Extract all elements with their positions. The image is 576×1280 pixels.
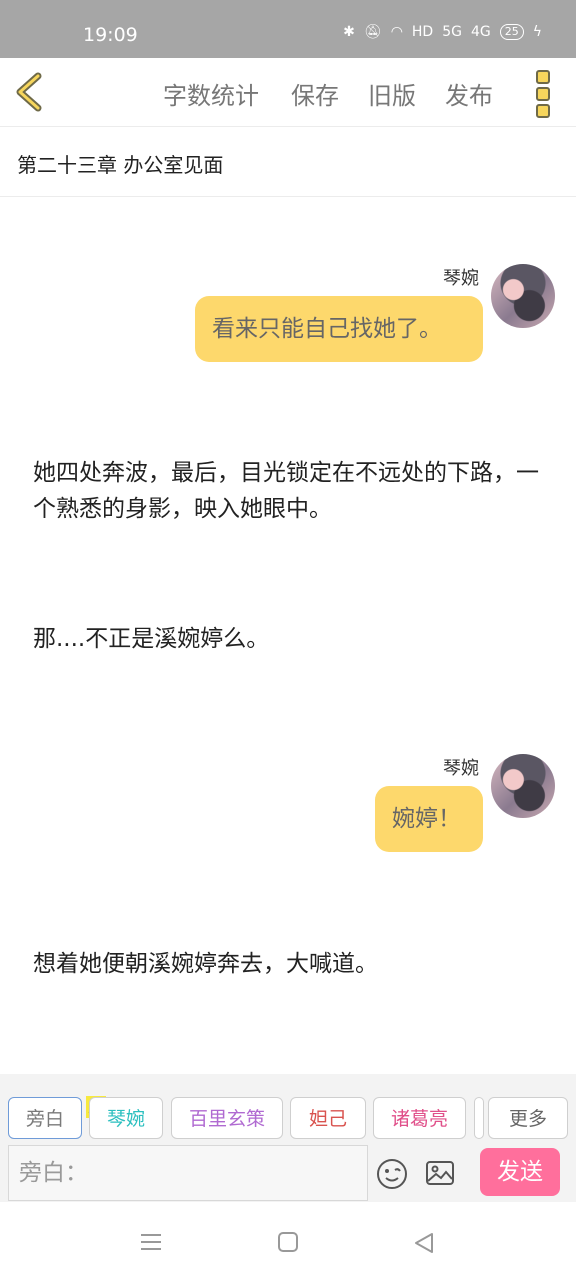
word-count-button[interactable]: 字数统计 [163, 76, 259, 111]
status-bar: 19:09 ✱ 🔕︎ ◠ HD 5G 4G 25 ϟ [0, 0, 576, 58]
back-chevron-icon[interactable] [12, 72, 48, 112]
more-menu-icon[interactable] [536, 70, 554, 118]
narration-text[interactable]: 她四处奔波，最后，目光锁定在不远处的下路，一个熟悉的身影，映入她眼中。 [33, 455, 543, 527]
message-input[interactable]: 旁白： [8, 1145, 368, 1201]
dialogue-bubble[interactable]: 婉婷！ [375, 786, 483, 852]
status-icons: ✱ 🔕︎ ◠ HD 5G 4G 25 ϟ [343, 24, 542, 40]
wifi-icon: ◠ [390, 24, 403, 40]
chapter-title[interactable]: 第二十三章 办公室见面 [17, 149, 223, 178]
system-nav-bar [0, 1202, 576, 1280]
battery-icon: 25 [499, 24, 524, 40]
avatar[interactable] [491, 264, 555, 328]
message-author: 琴婉 [443, 758, 479, 779]
chip-daji[interactable]: 妲己 [290, 1097, 366, 1139]
battery-level: 25 [504, 25, 519, 38]
nav-home-icon[interactable] [278, 1232, 298, 1256]
chip-partial[interactable] [474, 1097, 484, 1139]
message-author: 琴婉 [443, 268, 479, 289]
signal-5g: 5G [442, 24, 462, 40]
send-button[interactable]: 发送 [480, 1148, 560, 1196]
chapter-header[interactable]: 第二十三章 办公室见面 [0, 126, 576, 197]
save-button[interactable]: 保存 [291, 76, 339, 111]
chip-zhuge-liang[interactable]: 诸葛亮 [373, 1097, 466, 1139]
chip-baili-xuance[interactable]: 百里玄策 [171, 1097, 283, 1139]
hd-label: HD [411, 24, 434, 40]
avatar[interactable] [491, 754, 555, 818]
more-chips-button[interactable]: 更多 [488, 1097, 568, 1139]
old-version-button[interactable]: 旧版 [368, 76, 416, 111]
bluetooth-icon: ✱ [343, 24, 355, 40]
composer-panel: 旁白 主 琴婉 百里玄策 妲己 诸葛亮 更多 旁白： 发送 [0, 1074, 576, 1202]
mute-bell-icon: 🔕︎ [363, 24, 382, 40]
nav-back-icon[interactable] [414, 1232, 434, 1258]
charging-icon: ϟ [532, 24, 542, 40]
narration-text[interactable]: 想着她便朝溪婉婷奔去，大喊道。 [33, 946, 543, 982]
signal-4g: 4G [470, 24, 491, 40]
status-time: 19:09 [83, 24, 138, 46]
narration-text[interactable]: 那....不正是溪婉婷么。 [33, 621, 543, 657]
nav-menu-icon[interactable] [140, 1232, 162, 1256]
emoji-icon[interactable] [376, 1158, 408, 1190]
dialogue-bubble[interactable]: 看来只能自己找她了。 [195, 296, 483, 362]
chip-narrator[interactable]: 旁白 [8, 1097, 82, 1139]
editor-toolbar: 字数统计 保存 旧版 发布 [0, 58, 576, 127]
chip-qinwan[interactable]: 琴婉 [89, 1097, 163, 1139]
publish-button[interactable]: 发布 [445, 76, 493, 111]
image-icon[interactable] [425, 1158, 455, 1190]
